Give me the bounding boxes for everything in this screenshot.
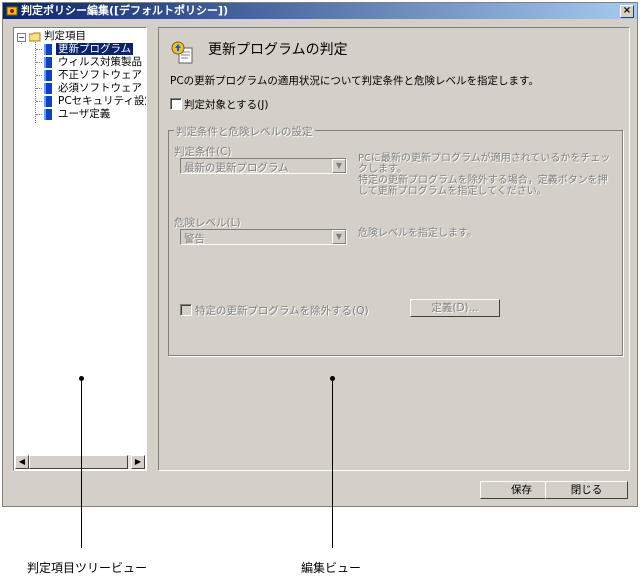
tree-callout-line: [81, 381, 82, 548]
folder-icon: [29, 32, 41, 42]
close-button[interactable]: 閉じる: [545, 481, 628, 499]
page-description: PCの更新プログラムの適用状況について判定条件と危険レベルを指定します。: [170, 75, 539, 87]
book-icon: [44, 95, 52, 107]
tree-item-label: 更新プログラム: [56, 43, 134, 55]
edit-view-caption: 編集ビュー: [301, 561, 362, 575]
risk-level-help-text: 危険レベルを指定します。: [358, 228, 477, 239]
scroll-thumb[interactable]: [29, 455, 128, 469]
define-button[interactable]: 定義(D)...: [410, 299, 500, 317]
book-icon: [44, 108, 52, 120]
close-window-button[interactable]: ×: [620, 5, 634, 18]
risk-level-label: 危険レベル(L): [174, 217, 241, 229]
book-icon: [44, 69, 52, 81]
window-title: 判定ポリシー編集([デフォルトポリシー]): [21, 4, 229, 17]
condition-select[interactable]: 最新の更新プログラム ▼: [180, 158, 347, 174]
condition-label: 判定条件(C): [174, 146, 232, 158]
risk-level-select[interactable]: 警告 ▼: [180, 229, 347, 245]
group-label: 判定条件と危険レベルの設定: [174, 124, 315, 139]
update-program-icon: [171, 41, 193, 64]
risk-level-select-value: 警告: [184, 233, 205, 245]
title-bar: 判定ポリシー編集([デフォルトポリシー]) ×: [3, 3, 637, 19]
exclude-updates-checkbox[interactable]: [180, 304, 192, 316]
tree-item-label: 不正ソフトウェア: [58, 69, 142, 81]
tree-item-unauthorized-software[interactable]: 不正ソフトウェア: [36, 69, 144, 82]
tree-item-pc-security[interactable]: PCセキュリティ設定: [36, 95, 147, 108]
chevron-down-icon[interactable]: ▼: [332, 159, 346, 173]
tree-horizontal-scrollbar[interactable]: ◀ ▶: [15, 455, 145, 469]
tree-item-label: 必須ソフトウェア: [58, 82, 142, 94]
app-icon: [6, 6, 18, 16]
condition-help-text: PCに最新の更新プログラムが適用されているかをチェッ クします。 特定の更新プロ…: [358, 153, 611, 197]
book-icon: [44, 43, 52, 55]
book-icon: [44, 82, 52, 94]
edit-callout-line: [332, 381, 333, 548]
enable-judgment-label[interactable]: 判定対象とする(J): [184, 97, 268, 112]
judgment-item-tree[interactable]: − 判定項目 更新プログラム ウィルス対策製品 不正ソフトウェア 必須ソフトウェ…: [13, 27, 147, 471]
tree-item-label: ウィルス対策製品: [58, 56, 142, 68]
condition-select-value: 最新の更新プログラム: [184, 162, 289, 174]
scroll-left-button[interactable]: ◀: [15, 455, 29, 469]
book-icon: [44, 56, 52, 68]
tree-root[interactable]: − 判定項目: [14, 30, 146, 43]
tree-item-label: PCセキュリティ設定: [58, 95, 147, 107]
collapse-icon[interactable]: −: [17, 33, 26, 42]
enable-judgment-checkbox[interactable]: [170, 98, 182, 110]
exclude-updates-label[interactable]: 特定の更新プログラムを除外する(Q): [195, 303, 369, 318]
tree-item-update-programs[interactable]: 更新プログラム: [36, 43, 134, 56]
page-title: 更新プログラムの判定: [208, 42, 348, 58]
tree-item-antivirus[interactable]: ウィルス対策製品: [36, 56, 144, 69]
chevron-down-icon[interactable]: ▼: [332, 230, 346, 244]
tree-item-label: ユーザ定義: [58, 108, 111, 120]
tree-root-label: 判定項目: [44, 30, 86, 42]
tree-view-caption: 判定項目ツリービュー: [27, 561, 148, 575]
tree-item-user-defined[interactable]: ユーザ定義: [36, 108, 112, 121]
tree-item-required-software[interactable]: 必須ソフトウェア: [36, 82, 144, 95]
scroll-right-button[interactable]: ▶: [131, 455, 145, 469]
